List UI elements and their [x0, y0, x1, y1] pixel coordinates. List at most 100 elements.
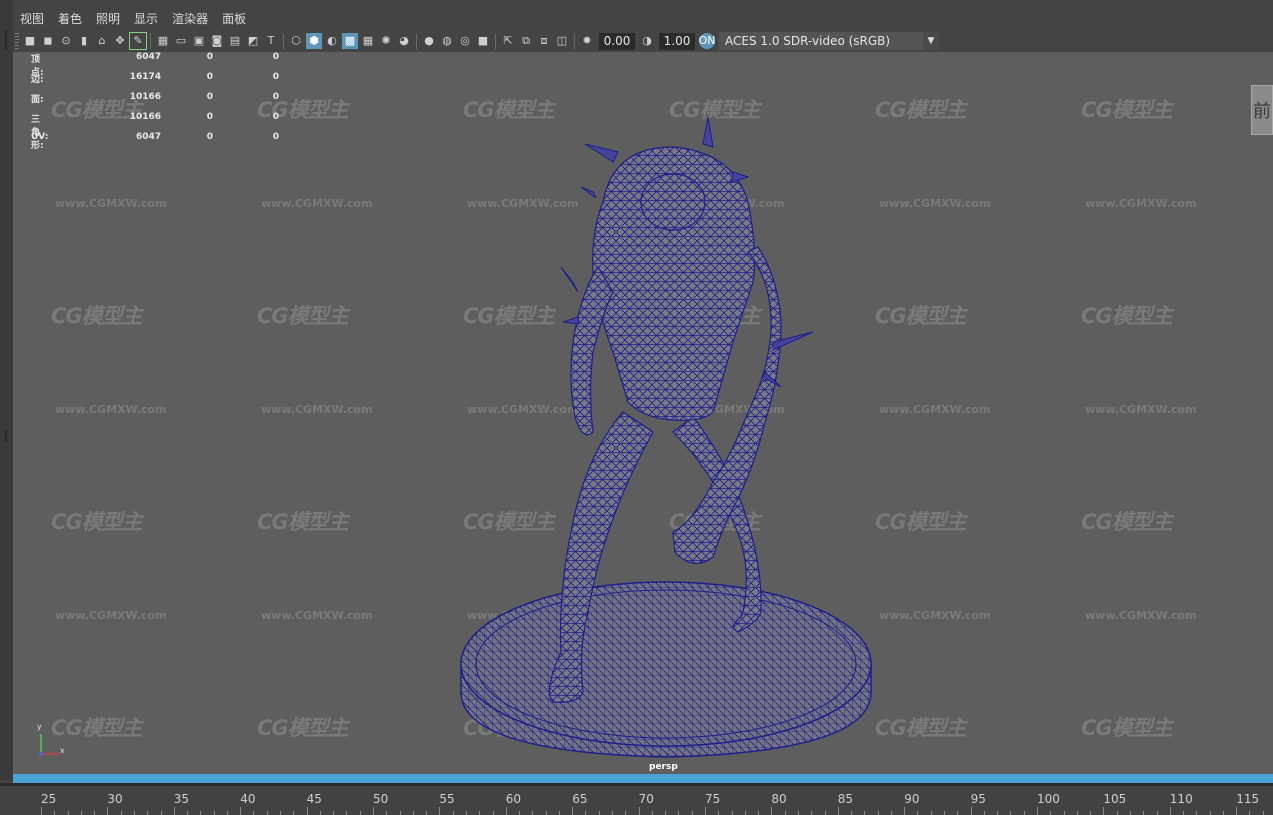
timeline-tick	[399, 811, 401, 815]
base-disc	[460, 581, 872, 758]
xray-icon[interactable]: ⧉	[518, 33, 534, 49]
gate-mask-icon[interactable]: ◙	[209, 33, 225, 49]
wireframe-creature-model[interactable]	[13, 52, 1273, 774]
timeline-tick-label: 35	[173, 792, 190, 806]
timeline-tick	[426, 811, 428, 815]
menu-renderer[interactable]: 渲染器	[165, 8, 215, 30]
toolbar-separator	[283, 33, 284, 49]
timeline-tick	[585, 811, 587, 815]
depth-of-field-icon[interactable]: ■	[475, 33, 491, 49]
timeline-tick	[1262, 811, 1264, 815]
timeline-tick	[293, 811, 295, 815]
camera-lock-icon[interactable]: ⊙	[58, 33, 74, 49]
xray-joints-icon[interactable]: ◫	[554, 33, 570, 49]
timeline-tick	[306, 807, 308, 815]
chevron-down-icon[interactable]: ▼	[923, 32, 939, 50]
timeline-tick	[479, 811, 481, 815]
timeline-tick	[983, 811, 985, 815]
timeline-tick	[187, 811, 189, 815]
timeline-tick	[877, 811, 879, 815]
toolbar-grip[interactable]	[15, 33, 19, 49]
timeline-tick	[1183, 811, 1185, 815]
menu-panels[interactable]: 面板	[215, 8, 253, 30]
lights-icon[interactable]: ✺	[378, 33, 394, 49]
menu-show[interactable]: 显示	[127, 8, 165, 30]
timeline-tick	[280, 811, 282, 815]
safe-title-icon[interactable]: T	[263, 33, 279, 49]
film-gate-icon[interactable]: ▭	[173, 33, 189, 49]
timeline-tick	[120, 811, 122, 815]
view-transform-dropdown[interactable]: ACES 1.0 SDR-video (sRGB) ▼	[719, 32, 939, 50]
timeline-tick-label: 45	[306, 792, 322, 806]
time-slider[interactable]: 25 30 35 40 45 50 55 60 65 70 75 80 85 90 95 100 105 110 1…	[0, 783, 1273, 815]
safe-action-icon[interactable]: ◩	[245, 33, 261, 49]
bookmark-icon[interactable]: ▮	[76, 33, 92, 49]
timeline-tick	[917, 811, 919, 815]
axis-gizmo: y x	[35, 722, 69, 766]
field-chart-icon[interactable]: ▤	[227, 33, 243, 49]
timeline-tick	[771, 807, 773, 815]
timeline-tick-label: 95	[970, 792, 986, 806]
timeline-tick	[492, 811, 494, 815]
grease-pencil-icon[interactable]: ✎	[129, 32, 147, 50]
wireframe-icon[interactable]: ⬡	[288, 33, 304, 49]
wireframe-on-shaded-icon[interactable]: ▩	[342, 33, 358, 49]
timeline-tick-label: 105	[1103, 792, 1127, 806]
timeline-tick	[824, 811, 826, 815]
isolate-select-icon[interactable]: ⇱	[500, 33, 516, 49]
use-default-material-icon[interactable]: ◐	[324, 33, 340, 49]
resolution-gate-icon[interactable]: ▣	[191, 33, 207, 49]
maya-viewport-window: 视图 着色 照明 显示 渲染器 面板 ■ ◼ ⊙ ▮ ⌂ ✥ ✎ ▦ ▭ ▣ ◙…	[0, 0, 1273, 815]
gamma-icon[interactable]: ◑	[639, 33, 655, 49]
smooth-shade-icon[interactable]: ⬢	[306, 33, 322, 49]
menu-shading[interactable]: 着色	[51, 8, 89, 30]
color-management-icon[interactable]: ON	[699, 33, 715, 49]
menu-lighting[interactable]: 照明	[89, 8, 127, 30]
timeline-tick-label: 60	[505, 792, 522, 806]
timeline-tick	[160, 811, 162, 815]
timeline-tick	[957, 811, 959, 815]
timeline-tick	[452, 811, 454, 815]
timeline-tick	[147, 811, 149, 815]
timeline-tick	[705, 807, 706, 815]
exposure-field[interactable]	[599, 32, 635, 50]
view-cube[interactable]: 前	[1251, 85, 1273, 135]
timeline-tick	[94, 811, 96, 815]
menu-view[interactable]: 视图	[13, 8, 51, 30]
panel-toolbar: ■ ◼ ⊙ ▮ ⌂ ✥ ✎ ▦ ▭ ▣ ◙ ▤ ◩ T ⬡ ⬢ ◐ ▩ ▦ ✺ …	[13, 30, 1273, 52]
gamma-field[interactable]	[659, 32, 695, 50]
screen-space-ao-icon[interactable]: ●	[421, 33, 437, 49]
xray-active-components-icon[interactable]: ⧈	[536, 33, 552, 49]
timeline-tick	[572, 807, 574, 815]
motion-blur-icon[interactable]: ◍	[439, 33, 455, 49]
timeline-tick	[1037, 807, 1038, 815]
timeline-tick	[744, 811, 746, 815]
hud-value: 0	[206, 112, 213, 122]
timeline-tick	[200, 811, 202, 815]
timeline-tick	[465, 811, 467, 815]
camera-attributes-icon[interactable]: ◼	[40, 33, 56, 49]
grid-icon[interactable]: ▦	[155, 33, 171, 49]
timeline-tick-label: 25	[41, 792, 57, 806]
toolbar-separator	[150, 33, 151, 49]
timeline-tick	[598, 811, 600, 815]
image-plane-icon[interactable]: ⌂	[94, 33, 110, 49]
persp-viewport[interactable]: CG模型主 www.CGMXW.com CG模型主 www.CGMXW.com CG模型…	[13, 52, 1273, 774]
camera-select-icon[interactable]: ■	[22, 33, 38, 49]
timeline-tick	[173, 807, 175, 815]
exposure-icon[interactable]: ✹	[579, 33, 595, 49]
textured-icon[interactable]: ▦	[360, 33, 376, 49]
timeline-tick	[691, 811, 693, 815]
shadows-icon[interactable]: ◕	[396, 33, 412, 49]
timeline-tick	[319, 811, 321, 815]
timeline-tick	[864, 811, 866, 815]
timeline-tick	[1143, 811, 1145, 815]
hud-value: 10166	[129, 92, 161, 102]
multisample-aa-icon[interactable]: ◎	[457, 33, 473, 49]
timeline-tick	[851, 811, 853, 815]
timeline-tick	[1023, 811, 1025, 815]
timeline-tick	[797, 811, 799, 815]
two-d-pan-icon[interactable]: ✥	[112, 33, 128, 49]
timeline-tick	[651, 811, 653, 815]
timeline-tick	[718, 811, 720, 815]
